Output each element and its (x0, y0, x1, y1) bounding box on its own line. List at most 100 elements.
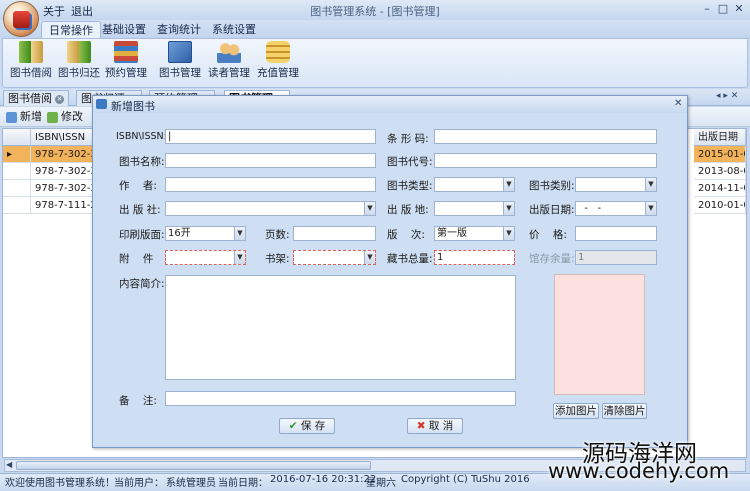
table-cell-isbn[interactable]: 978-7-302-380 (31, 146, 93, 163)
attachment-select[interactable]: ▼ (165, 250, 246, 265)
label-publish-date: 出版日期: (529, 204, 575, 216)
barcode-input[interactable] (434, 129, 657, 144)
chevron-down-icon[interactable]: ▼ (503, 227, 514, 240)
table-cell-date[interactable]: 2015-01-01 (694, 146, 746, 163)
publish-place-select[interactable]: ▼ (434, 201, 515, 216)
row-header[interactable] (3, 197, 31, 214)
ribbon-return-button[interactable]: 图书归还 (57, 40, 101, 84)
status-user-label: 当前用户： (114, 478, 164, 489)
label-attachment: 附 件 (119, 253, 154, 265)
edition-select[interactable]: 第一版 ▼ (434, 226, 515, 241)
print-format-select[interactable]: 16开 ▼ (165, 226, 246, 241)
table-cell-isbn[interactable]: 978-7-111-293 (31, 197, 93, 214)
label-edition: 版 次: (387, 229, 425, 241)
status-copyright: Copyright (C) TuShu 2016 (401, 474, 530, 485)
publisher-select[interactable]: ▼ (165, 201, 376, 216)
ribbon-tab-system[interactable]: 系统设置 (205, 21, 263, 38)
edit-button[interactable]: 修改 (47, 110, 83, 124)
tab-close-icon[interactable]: ✕ (55, 94, 64, 104)
edit-icon (47, 111, 58, 123)
add-icon (6, 111, 17, 123)
label-current: 馆存余量: (529, 253, 575, 265)
label-book-code: 图书代号: (387, 156, 433, 168)
summary-textarea[interactable] (165, 275, 516, 380)
add-image-button[interactable]: 添加图片 (553, 403, 599, 419)
label-remark: 备 注: (119, 395, 157, 407)
chevron-down-icon[interactable]: ▼ (503, 202, 514, 215)
publish-date-picker[interactable]: - - ▼ (575, 201, 657, 216)
chevron-down-icon[interactable]: ▼ (503, 178, 514, 191)
book-stack-icon (114, 41, 138, 63)
maximize-icon[interactable]: □ (716, 2, 730, 16)
watermark-url: www.codehy.com (548, 459, 730, 483)
scrollbar-thumb[interactable] (16, 461, 371, 470)
chevron-down-icon[interactable]: ▼ (364, 202, 375, 215)
save-button[interactable]: ✔ 保 存 (279, 418, 335, 434)
book-name-input[interactable] (165, 153, 376, 168)
label-pages: 页数: (265, 229, 290, 241)
ribbon-tab-basic[interactable]: 基础设置 (95, 21, 153, 38)
row-indicator-icon[interactable]: ▸ (3, 146, 31, 163)
label-price: 价 格: (529, 229, 567, 241)
chevron-down-icon[interactable]: ▼ (645, 202, 656, 215)
table-cell-date[interactable]: 2014-11-01 (694, 180, 746, 197)
chevron-down-icon[interactable]: ▼ (234, 227, 245, 240)
shelf-select[interactable]: ▼ (293, 250, 376, 265)
grid-header-publish-date[interactable]: 出版日期 (694, 129, 746, 146)
minimize-icon[interactable]: – (700, 2, 714, 16)
book-cover-image (554, 274, 645, 395)
status-date: 2016-07-16 20:31:22 (270, 474, 377, 485)
table-cell-date[interactable]: 2013-08-01 (694, 163, 746, 180)
dialog-close-icon[interactable]: ✕ (674, 98, 682, 109)
ribbon-tab-query[interactable]: 查询统计 (150, 21, 208, 38)
row-header[interactable] (3, 180, 31, 197)
status-date-label: 当前日期： (218, 478, 268, 489)
grid-row-header (3, 129, 31, 146)
book-return-icon (67, 41, 91, 63)
label-publish-place: 出 版 地: (387, 204, 429, 216)
coins-icon (266, 41, 290, 63)
ribbon-borrow-button[interactable]: 图书借阅 (9, 40, 53, 84)
label-book-category: 图书类别: (529, 180, 575, 192)
clear-image-button[interactable]: 清除图片 (602, 403, 647, 419)
ribbon-recharge-button[interactable]: 充值管理 (256, 40, 300, 84)
book-manage-icon (168, 41, 192, 63)
label-total: 藏书总量: (387, 253, 433, 265)
book-borrow-icon (19, 41, 43, 63)
pages-input[interactable] (293, 226, 376, 241)
app-menu-button[interactable] (3, 1, 39, 37)
price-input[interactable] (575, 226, 657, 241)
table-cell-date[interactable]: 2010-01-01 (694, 197, 746, 214)
tab-scroll-arrows-icon[interactable]: ◂ ▸ ✕ (716, 91, 738, 101)
readers-icon (217, 41, 241, 63)
status-weekday: 星期六 (366, 478, 396, 489)
window-title: 图书管理系统 - [图书管理] (310, 5, 440, 18)
table-cell-isbn[interactable]: 978-7-302-383 (31, 180, 93, 197)
total-input[interactable]: 1 (434, 250, 515, 265)
table-cell-isbn[interactable]: 978-7-302-327 (31, 163, 93, 180)
row-header[interactable] (3, 163, 31, 180)
doc-tab-borrow[interactable]: 图书借阅 ✕ (3, 90, 69, 106)
cancel-button[interactable]: ✖ 取 消 (407, 418, 463, 434)
remark-input[interactable] (165, 391, 516, 406)
book-type-select[interactable]: ▼ (434, 177, 515, 192)
app-logo-icon (13, 11, 30, 28)
chevron-down-icon[interactable]: ▼ (234, 251, 245, 264)
label-book-name: 图书名称: (119, 156, 165, 168)
ribbon-books-button[interactable]: 图书管理 (158, 40, 202, 84)
book-code-input[interactable] (434, 153, 657, 168)
chevron-down-icon[interactable]: ▼ (645, 178, 656, 191)
author-input[interactable] (165, 177, 376, 192)
close-icon[interactable]: ✕ (732, 2, 746, 16)
grid-header-isbn[interactable]: ISBN\ISSN (31, 129, 93, 146)
scroll-left-icon[interactable]: ◀ (6, 460, 12, 469)
label-barcode: 条 形 码: (387, 133, 429, 145)
isbn-input[interactable]: | (165, 129, 376, 144)
label-isbn: ISBN\ISSN: (116, 131, 167, 142)
add-button[interactable]: 新增 (6, 110, 42, 124)
book-category-select[interactable]: ▼ (575, 177, 657, 192)
ribbon-readers-button[interactable]: 读者管理 (207, 40, 251, 84)
ribbon-tab-daily[interactable]: 日常操作 (41, 21, 101, 38)
ribbon-reserve-button[interactable]: 预约管理 (104, 40, 148, 84)
chevron-down-icon[interactable]: ▼ (364, 251, 375, 264)
